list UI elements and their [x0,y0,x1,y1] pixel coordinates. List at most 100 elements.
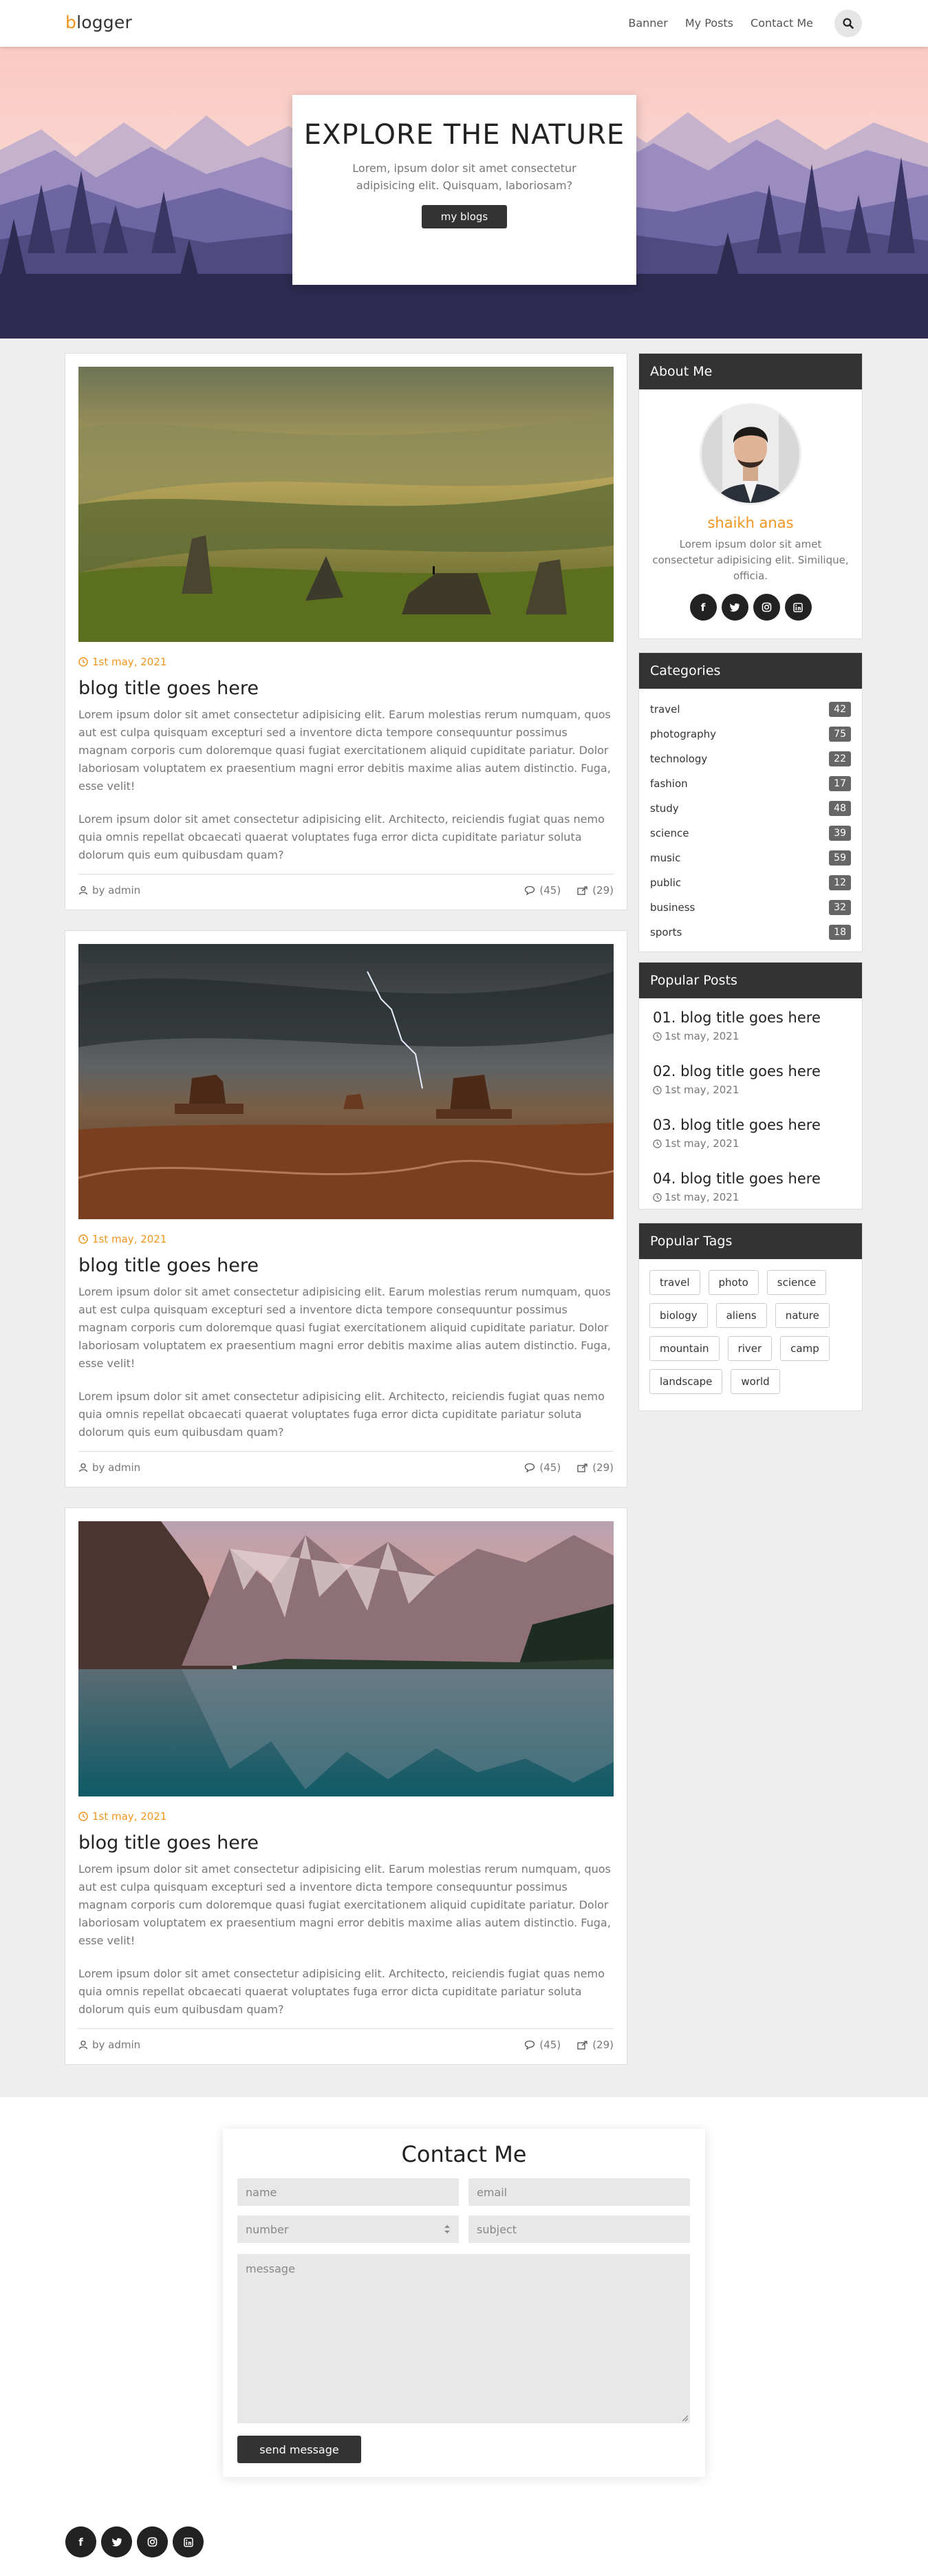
footer-social-links: f [65,2526,204,2557]
category-item[interactable]: study 48 [650,796,851,821]
tag[interactable]: travel [649,1270,700,1295]
post-author: by admin [92,1461,141,1474]
category-count: 32 [829,900,851,915]
comment-count[interactable]: (45) [539,884,561,897]
share-count[interactable]: (29) [592,1461,614,1474]
share-count[interactable]: (29) [592,884,614,897]
tag[interactable]: aliens [715,1303,767,1328]
tag[interactable]: photo [708,1270,759,1295]
clock-icon [653,1031,662,1041]
comment-icon [525,2040,535,2050]
post-title[interactable]: blog title goes here [78,1832,614,1854]
number-field[interactable]: number [237,2215,459,2243]
twitter-icon[interactable] [721,594,748,621]
comment-count[interactable]: (45) [539,2039,561,2051]
facebook-icon[interactable]: f [65,2526,96,2557]
post-paragraph: Lorem ipsum dolor sit amet consectetur a… [78,813,605,861]
popular-post-item[interactable]: 04. blog title goes here 1st may, 2021 [653,1170,848,1220]
logo[interactable]: blogger [65,12,132,32]
post-footer: by admin (45) (29) [78,874,614,897]
tag[interactable]: camp [780,1336,830,1361]
linkedin-icon[interactable] [173,2526,204,2557]
hero-title: EXPLORE THE NATURE [303,119,625,151]
category-item[interactable]: public 12 [650,870,851,895]
post-image-desert[interactable] [78,944,614,1219]
blog-post: 1st may, 2021 blog title goes here Lorem… [65,1507,627,2065]
comment-count[interactable]: (45) [539,1461,561,1474]
category-count: 22 [829,751,851,766]
post-date: 1st may, 2021 [78,1233,614,1245]
nav-link-my-posts[interactable]: My Posts [685,17,733,30]
widget-heading: About Me [639,354,862,389]
instagram-icon[interactable] [753,594,780,621]
widget-heading: Popular Tags [639,1223,862,1259]
category-item[interactable]: fashion 17 [650,771,851,796]
post-image-valley[interactable] [78,367,614,642]
post-paragraph: Lorem ipsum dolor sit amet consectetur a… [78,708,611,793]
post-title[interactable]: blog title goes here [78,678,614,699]
tag[interactable]: landscape [649,1369,723,1394]
avatar [700,403,801,505]
facebook-icon[interactable]: f [689,594,717,621]
tag[interactable]: nature [775,1303,830,1328]
post-author: by admin [92,2039,141,2051]
post-author: by admin [92,884,141,897]
resize-handle-icon[interactable] [680,2414,689,2422]
tag[interactable]: biology [649,1303,708,1328]
post-footer: by admin (45) (29) [78,2028,614,2051]
post-date: 1st may, 2021 [78,1810,614,1823]
popular-post-item[interactable]: 01. blog title goes here 1st may, 2021 [653,1009,848,1059]
send-message-button[interactable]: send message [237,2436,361,2463]
tag-list: travel photo science biology aliens natu… [639,1259,862,1408]
category-item[interactable]: technology 22 [650,747,851,771]
search-button[interactable] [834,10,862,37]
subject-field[interactable]: subject [468,2215,690,2243]
post-date: 1st may, 2021 [78,656,614,668]
category-item[interactable]: business 32 [650,895,851,920]
clock-icon [653,1192,662,1202]
popular-post-item[interactable]: 03. blog title goes here 1st may, 2021 [653,1117,848,1166]
nav-links: Banner My Posts Contact Me [628,17,813,30]
message-field[interactable]: message [237,2254,690,2423]
share-icon [577,886,587,895]
category-item[interactable]: sports 18 [650,920,851,945]
comment-icon [525,1463,535,1472]
category-count: 48 [829,801,851,816]
post-image-lake[interactable] [78,1521,614,1796]
email-field[interactable]: email [468,2178,690,2206]
popular-posts-widget: Popular Posts 01. blog title goes here 1s… [638,962,863,1210]
share-count[interactable]: (29) [592,2039,614,2051]
stepper-arrows-icon[interactable] [444,2224,451,2234]
nav-link-banner[interactable]: Banner [628,17,667,30]
category-count: 42 [829,702,851,717]
user-icon [78,886,88,895]
hero-banner: EXPLORE THE NATURE Lorem, ipsum dolor si… [0,47,928,339]
widget-heading: Categories [639,653,862,689]
post-title[interactable]: blog title goes here [78,1255,614,1276]
nav-link-contact[interactable]: Contact Me [751,17,813,30]
clock-icon [78,657,88,667]
about-me-widget: About Me shaikh anas Lorem ipsum dolor s… [638,353,863,639]
category-count: 75 [829,727,851,742]
twitter-icon[interactable] [101,2526,132,2557]
tag[interactable]: river [727,1336,773,1361]
name-field[interactable]: name [237,2178,459,2206]
linkedin-icon[interactable] [784,594,812,621]
category-item[interactable]: travel 42 [650,697,851,722]
category-item[interactable]: photography 75 [650,722,851,747]
tag[interactable]: science [766,1270,827,1295]
about-social-links: f [651,594,850,621]
tag[interactable]: world [731,1369,780,1394]
popular-post-item[interactable]: 02. blog title goes here 1st may, 2021 [653,1063,848,1113]
tag[interactable]: mountain [649,1336,720,1361]
post-paragraph: Lorem ipsum dolor sit amet consectetur a… [78,1390,605,1439]
instagram-icon[interactable] [137,2526,168,2557]
category-item[interactable]: science 39 [650,821,851,846]
my-blogs-button[interactable]: my blogs [421,205,508,228]
user-icon [78,1463,88,1472]
category-item[interactable]: music 59 [650,846,851,870]
post-paragraph: Lorem ipsum dolor sit amet consectetur a… [78,1863,611,1947]
contact-title: Contact Me [401,2141,527,2167]
clock-icon [653,1139,662,1148]
contact-form: Contact Me name email number subject mes… [223,2129,705,2477]
